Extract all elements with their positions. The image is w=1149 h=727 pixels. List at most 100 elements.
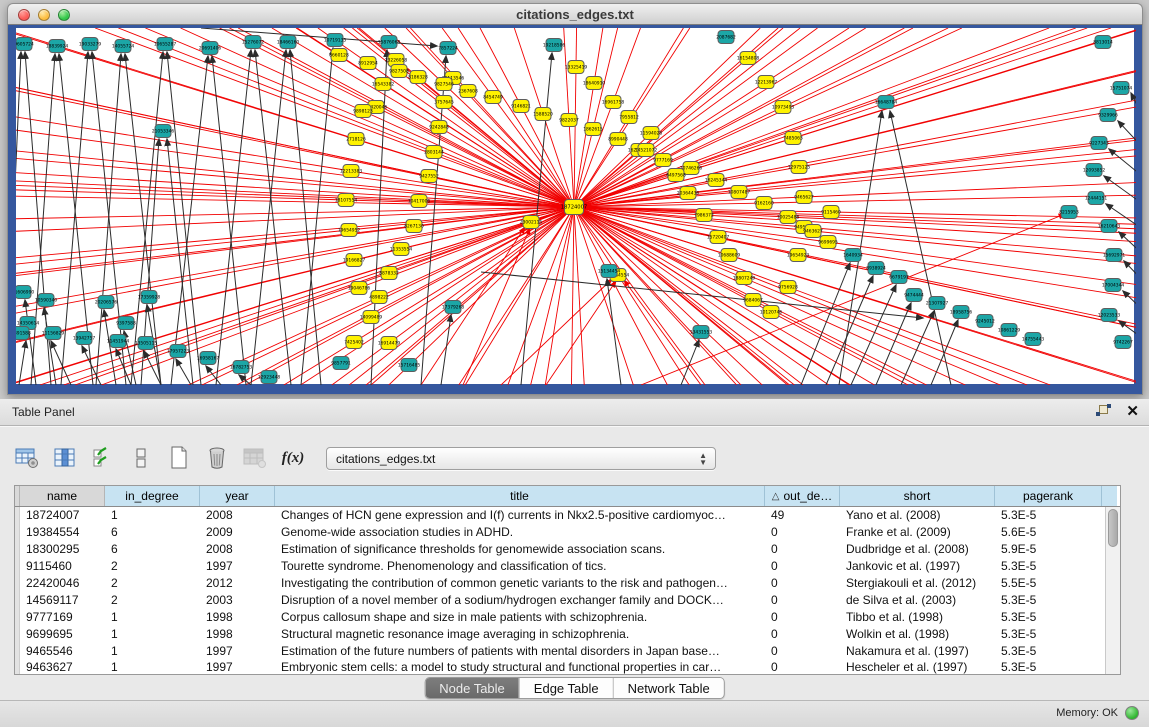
- graph-node[interactable]: 13505115: [135, 337, 158, 350]
- table-cell[interactable]: 49: [765, 507, 840, 524]
- table-row[interactable]: 2242004622012Investigating the contribut…: [15, 575, 1105, 592]
- graph-node[interactable]: 8912954: [358, 57, 378, 70]
- table-cell[interactable]: 5.3E-5: [995, 591, 1102, 608]
- table-row[interactable]: 946362711997Embryonic stem cells: a mode…: [15, 659, 1105, 674]
- graph-node[interactable]: 10861229: [998, 324, 1021, 337]
- graph-node[interactable]: 15276072: [242, 36, 265, 49]
- graph-node[interactable]: 15876068: [378, 36, 401, 49]
- table-cell[interactable]: Investigating the contribution of common…: [275, 575, 765, 592]
- table-cell[interactable]: 5.3E-5: [995, 608, 1102, 625]
- column-visibility-button[interactable]: [52, 445, 78, 471]
- graph-node[interactable]: 12975125: [788, 161, 811, 174]
- graph-node[interactable]: 13942757: [73, 332, 96, 345]
- graph-node[interactable]: 12023533: [1098, 309, 1121, 322]
- table-cell[interactable]: Embryonic stem cells: a model to study s…: [275, 659, 765, 674]
- graph-node[interactable]: 19046786: [348, 282, 371, 295]
- graph-node[interactable]: 14099489: [360, 311, 383, 324]
- table-cell[interactable]: 0: [765, 659, 840, 674]
- graph-node[interactable]: 9699695: [818, 236, 838, 249]
- table-chooser-dropdown[interactable]: citations_edges.txt ▲▼: [326, 447, 716, 470]
- column-header-out-de-[interactable]: △out_de…: [765, 486, 840, 506]
- graph-node[interactable]: 9827508: [389, 65, 409, 78]
- graph-node[interactable]: 10025488: [777, 211, 800, 224]
- table-cell[interactable]: 0: [765, 608, 840, 625]
- graph-node[interactable]: 18807249: [733, 272, 756, 285]
- table-cell[interactable]: 5.5E-5: [995, 575, 1102, 592]
- close-panel-icon[interactable]: ✕: [1126, 404, 1139, 419]
- table-cell[interactable]: 2012: [200, 575, 275, 592]
- table-cell[interactable]: 1997: [200, 558, 275, 575]
- table-cell[interactable]: 6: [105, 541, 200, 558]
- table-cell[interactable]: Jankovic et al. (1997): [840, 558, 995, 575]
- table-cell[interactable]: Estimation of significance thresholds fo…: [275, 541, 765, 558]
- table-cell[interactable]: 9699695: [20, 625, 105, 642]
- table-cell[interactable]: 2: [105, 558, 200, 575]
- graph-node[interactable]: 10655287: [154, 38, 177, 51]
- table-row[interactable]: 969969511998Structural magnetic resonanc…: [15, 625, 1105, 642]
- graph-node[interactable]: 16914479: [378, 337, 401, 350]
- graph-node[interactable]: 18466160: [277, 36, 300, 49]
- scrollbar-thumb[interactable]: [1108, 509, 1118, 547]
- graph-node[interactable]: 9427552: [419, 170, 439, 183]
- graph-node[interactable]: 19166827: [343, 254, 366, 267]
- table-cell[interactable]: 1998: [200, 608, 275, 625]
- graph-node[interactable]: 9684067: [743, 294, 763, 307]
- graph-node[interactable]: 1588520: [533, 108, 553, 121]
- graph-node[interactable]: 2367608: [458, 85, 478, 98]
- graph-node[interactable]: 10417006: [408, 195, 431, 208]
- table-row[interactable]: 1456911722003Disruption of a novel membe…: [15, 591, 1105, 608]
- row-selection-mode-button[interactable]: [90, 445, 116, 471]
- graph-node[interactable]: 7425402: [344, 336, 364, 349]
- graph-node[interactable]: 9777169: [653, 154, 673, 167]
- graph-node[interactable]: 9857791: [331, 357, 351, 370]
- import-table-button[interactable]: [242, 445, 268, 471]
- graph-node[interactable]: 19654923: [787, 249, 810, 262]
- graph-node[interactable]: 7955812: [619, 111, 639, 124]
- table-cell[interactable]: 1: [105, 659, 200, 674]
- graph-node[interactable]: 15692971: [1103, 249, 1126, 262]
- table-cell[interactable]: 9465546: [20, 642, 105, 659]
- table-cell[interactable]: 19384554: [20, 524, 105, 541]
- table-cell[interactable]: 9115460: [20, 558, 105, 575]
- graph-node[interactable]: 12444151: [1085, 192, 1108, 205]
- graph-node[interactable]: 23002115: [520, 216, 543, 229]
- graph-node[interactable]: 15720407: [707, 231, 730, 244]
- table-cell[interactable]: 18300295: [20, 541, 105, 558]
- graph-node[interactable]: 12213967: [755, 76, 778, 89]
- graph-node[interactable]: 18958756: [950, 306, 973, 319]
- table-cell[interactable]: 6: [105, 524, 200, 541]
- graph-node[interactable]: 16958167: [197, 352, 220, 365]
- graph-node[interactable]: 10719135: [324, 34, 347, 47]
- tab-network-table[interactable]: Network Table: [613, 678, 724, 698]
- graph-node[interactable]: 21053346: [152, 125, 175, 138]
- table-cell[interactable]: Estimation of the future numbers of pati…: [275, 642, 765, 659]
- graph-node[interactable]: 9898123: [353, 105, 373, 118]
- graph-node[interactable]: 16154808: [737, 52, 760, 65]
- table-cell[interactable]: Franke et al. (2009): [840, 524, 995, 541]
- table-cell[interactable]: 14569117: [20, 591, 105, 608]
- table-cell[interactable]: Changes of HCN gene expression and I(f) …: [275, 507, 765, 524]
- table-row[interactable]: 1938455462009Genome-wide association stu…: [15, 524, 1105, 541]
- table-cell[interactable]: 0: [765, 642, 840, 659]
- table-cell[interactable]: 2003: [200, 591, 275, 608]
- graph-node[interactable]: 8215953: [1059, 206, 1079, 219]
- graph-node[interactable]: 20364436: [677, 187, 700, 200]
- graph-node[interactable]: 8267130: [404, 220, 424, 233]
- table-cell[interactable]: 5.3E-5: [995, 558, 1102, 575]
- graph-node[interactable]: 13431553: [690, 326, 713, 339]
- table-cell[interactable]: 22420046: [20, 575, 105, 592]
- table-cell[interactable]: 5.6E-5: [995, 524, 1102, 541]
- table-cell[interactable]: 0: [765, 625, 840, 642]
- column-header-name[interactable]: name: [20, 486, 105, 506]
- graph-node[interactable]: 10973493: [772, 101, 795, 114]
- graph-hub-node[interactable]: 18724007: [561, 200, 587, 215]
- vertical-scrollbar[interactable]: [1105, 507, 1120, 674]
- graph-node[interactable]: 8660128: [329, 49, 349, 62]
- graph-node[interactable]: 9605724: [16, 38, 34, 51]
- graph-node[interactable]: 7857224: [438, 42, 458, 55]
- graph-node[interactable]: 8938924: [866, 262, 886, 275]
- table-cell[interactable]: 18724007: [20, 507, 105, 524]
- graph-node[interactable]: 8454749: [483, 91, 503, 104]
- graph-node[interactable]: 6679197: [889, 271, 909, 284]
- graph-node[interactable]: 7485063: [783, 132, 803, 145]
